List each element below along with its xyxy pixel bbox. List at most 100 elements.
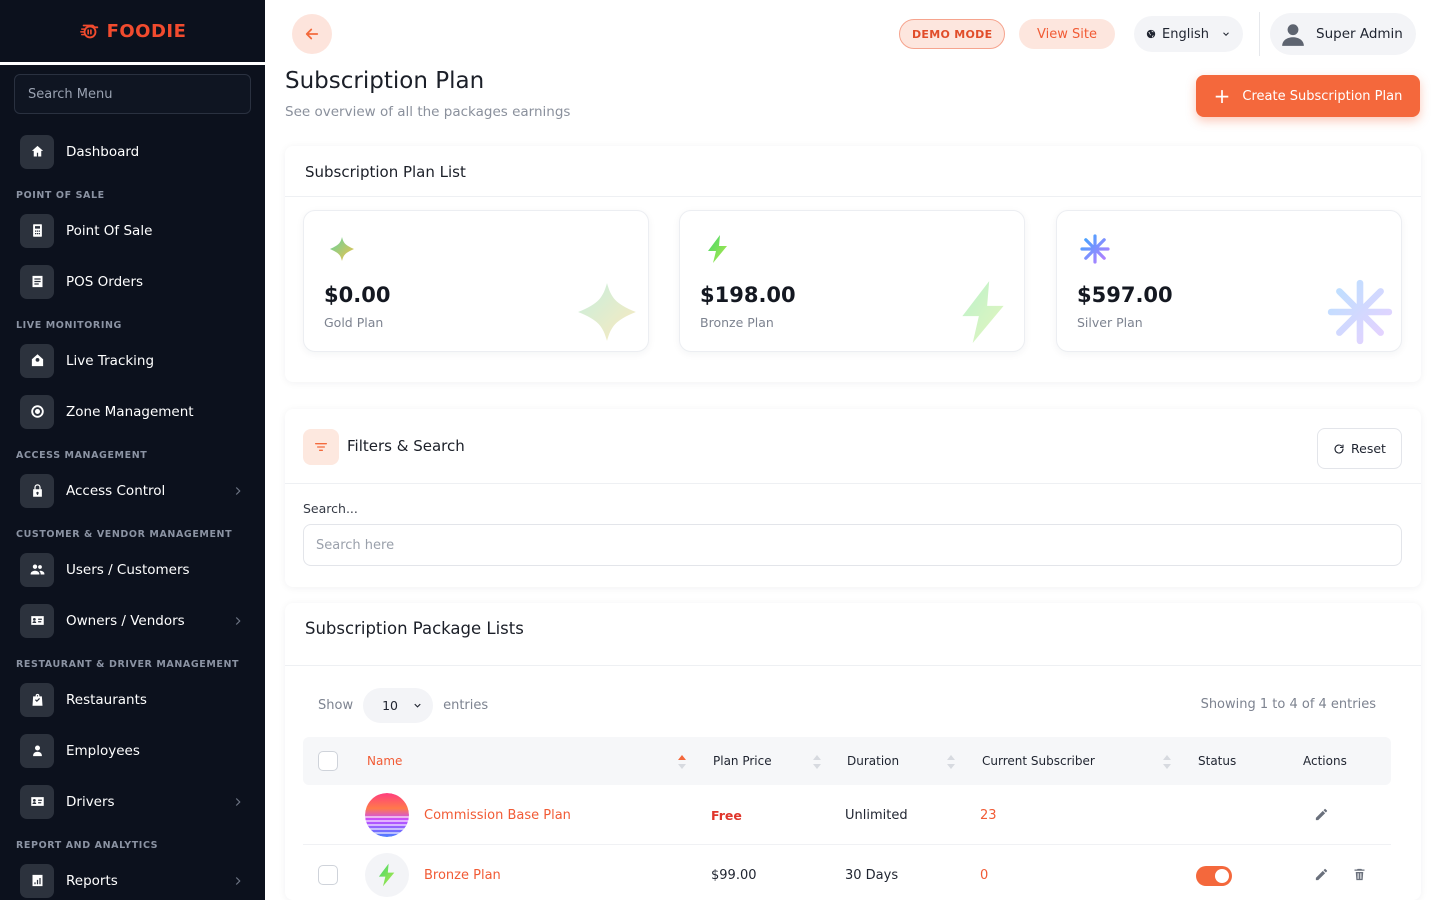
- sidebar-item-label: POS Orders: [66, 273, 144, 290]
- sidebar-item-dashboard[interactable]: Dashboard: [0, 126, 265, 177]
- view-site-button[interactable]: View Site: [1019, 19, 1115, 49]
- plan-avatar: [365, 793, 409, 837]
- entries-summary: Showing 1 to 4 of 4 entries: [1200, 697, 1376, 712]
- plan-price: $198.00: [700, 283, 796, 307]
- filters-title: Filters & Search: [347, 437, 465, 455]
- tracking-icon: [20, 343, 54, 378]
- sidebar-item-drivers[interactable]: Drivers: [0, 776, 265, 827]
- language-select[interactable]: English: [1134, 16, 1243, 52]
- column-header-actions: Actions: [1303, 754, 1347, 768]
- asterisk-flower-icon: [1327, 279, 1393, 345]
- sidebar-item-label: Reports: [66, 872, 118, 889]
- sidebar-item-label: Employees: [66, 742, 140, 759]
- sidebar-search-input[interactable]: Search Menu: [14, 74, 251, 114]
- chevron-right-icon: [231, 794, 245, 808]
- sidebar-section: LIVE MONITORING: [16, 320, 122, 331]
- panel-title: Subscription Package Lists: [305, 619, 524, 638]
- sidebar-section: RESTAURANT & DRIVER MANAGEMENT: [16, 659, 240, 670]
- lightning-icon: [708, 235, 727, 263]
- column-header-duration[interactable]: Duration: [847, 737, 899, 785]
- page-size-select[interactable]: 10: [363, 688, 434, 723]
- globe-icon: [1146, 29, 1156, 39]
- status-toggle[interactable]: [1196, 866, 1232, 886]
- sort-icon[interactable]: [947, 754, 955, 769]
- select-all-checkbox[interactable]: [318, 751, 338, 771]
- striped-sphere-icon: [365, 793, 409, 837]
- row-checkbox[interactable]: [318, 865, 338, 885]
- subscriber-count: 0: [980, 867, 989, 883]
- column-header-plan-price[interactable]: Plan Price: [713, 737, 772, 785]
- sort-asc-icon[interactable]: [678, 754, 686, 769]
- plan-name: Silver Plan: [1077, 315, 1143, 330]
- column-header-name[interactable]: Name: [367, 737, 402, 785]
- entries-label: entries: [443, 698, 489, 713]
- sort-icon[interactable]: [813, 754, 821, 769]
- sidebar-section: POINT OF SALE: [16, 190, 105, 201]
- four-point-star-icon: [330, 237, 354, 261]
- divider: [285, 483, 1421, 484]
- person-icon: [20, 733, 54, 768]
- sidebar-item-label: Drivers: [66, 793, 115, 810]
- sidebar-item-owners-vendors[interactable]: Owners / Vendors: [0, 595, 265, 646]
- plan-price: $0.00: [324, 283, 391, 307]
- edit-icon[interactable]: [1314, 807, 1330, 823]
- sidebar-item-label: Live Tracking: [66, 352, 155, 369]
- refresh-icon: [1334, 443, 1344, 454]
- language-label: English: [1162, 26, 1209, 42]
- brand[interactable]: FOODIE: [0, 0, 265, 65]
- sidebar-item-access-control[interactable]: Access Control: [0, 465, 265, 516]
- sidebar-item-live-tracking[interactable]: Live Tracking: [0, 335, 265, 386]
- trash-icon[interactable]: [1352, 867, 1368, 883]
- search-input[interactable]: Search here: [303, 524, 1402, 566]
- sort-icon[interactable]: [1163, 754, 1171, 769]
- reset-button[interactable]: Reset: [1317, 428, 1402, 469]
- user-avatar-icon: [1282, 24, 1304, 46]
- plan-card-silver[interactable]: $597.00 Silver Plan: [1056, 210, 1402, 352]
- sidebar-item-users-customers[interactable]: Users / Customers: [0, 544, 265, 595]
- plan-name-link[interactable]: Bronze Plan: [424, 845, 501, 900]
- asterisk-flower-icon: [1080, 234, 1110, 264]
- chevron-right-icon: [231, 483, 245, 497]
- table-header: Name Plan Price Duration Current Subscri…: [303, 737, 1391, 785]
- chevron-right-icon: [231, 873, 245, 887]
- search-label: Search...: [303, 501, 358, 516]
- sidebar-item-zone-management[interactable]: Zone Management: [0, 386, 265, 437]
- sidebar-item-point-of-sale[interactable]: Point Of Sale: [0, 205, 265, 256]
- sidebar-item-label: Owners / Vendors: [66, 612, 185, 629]
- sidebar-item-label: Zone Management: [66, 403, 194, 420]
- target-icon: [20, 394, 54, 429]
- users-icon: [20, 552, 54, 587]
- sidebar-item-label: Restaurants: [66, 691, 147, 708]
- sidebar-item-employees[interactable]: Employees: [0, 725, 265, 776]
- create-subscription-plan-button[interactable]: + Create Subscription Plan: [1196, 75, 1420, 117]
- page-size-value: 10: [382, 698, 398, 713]
- table-row: Bronze Plan $99.00 30 Days 0: [303, 845, 1391, 900]
- user-menu[interactable]: Super Admin: [1270, 13, 1416, 55]
- plan-price: $99.00: [711, 867, 757, 883]
- page-size-control: Show 10 entries: [318, 688, 488, 723]
- lightning-icon: [378, 863, 395, 887]
- plan-card-bronze[interactable]: $198.00 Bronze Plan: [679, 210, 1025, 352]
- brand-name: FOODIE: [106, 20, 187, 42]
- bag-icon: [20, 682, 54, 717]
- chevron-down-icon: [414, 703, 421, 708]
- page-subtitle: See overview of all the packages earning…: [285, 104, 571, 120]
- sidebar-section: REPORT AND ANALYTICS: [16, 840, 159, 851]
- column-header-current-subscriber[interactable]: Current Subscriber: [982, 737, 1095, 785]
- home-icon: [20, 134, 54, 169]
- sidebar-item-restaurants[interactable]: Restaurants: [0, 674, 265, 725]
- sidebar-item-reports[interactable]: Reports: [0, 855, 265, 900]
- sidebar-item-pos-orders[interactable]: POS Orders: [0, 256, 265, 307]
- subscriber-count: 23: [980, 807, 997, 823]
- back-button[interactable]: [292, 14, 332, 54]
- edit-icon[interactable]: [1314, 867, 1330, 883]
- sidebar-section: CUSTOMER & VENDOR MANAGEMENT: [16, 529, 233, 540]
- plan-name-link[interactable]: Commission Base Plan: [424, 785, 571, 845]
- plus-icon: +: [1213, 84, 1231, 108]
- plan-name: Gold Plan: [324, 315, 384, 330]
- subscription-package-list-panel: Subscription Package Lists Show 10 entri…: [285, 603, 1421, 900]
- plan-card-gold[interactable]: $0.00 Gold Plan: [303, 210, 649, 352]
- lock-icon: [20, 473, 54, 508]
- topbar-divider: [1259, 12, 1260, 56]
- create-button-label: Create Subscription Plan: [1242, 88, 1403, 104]
